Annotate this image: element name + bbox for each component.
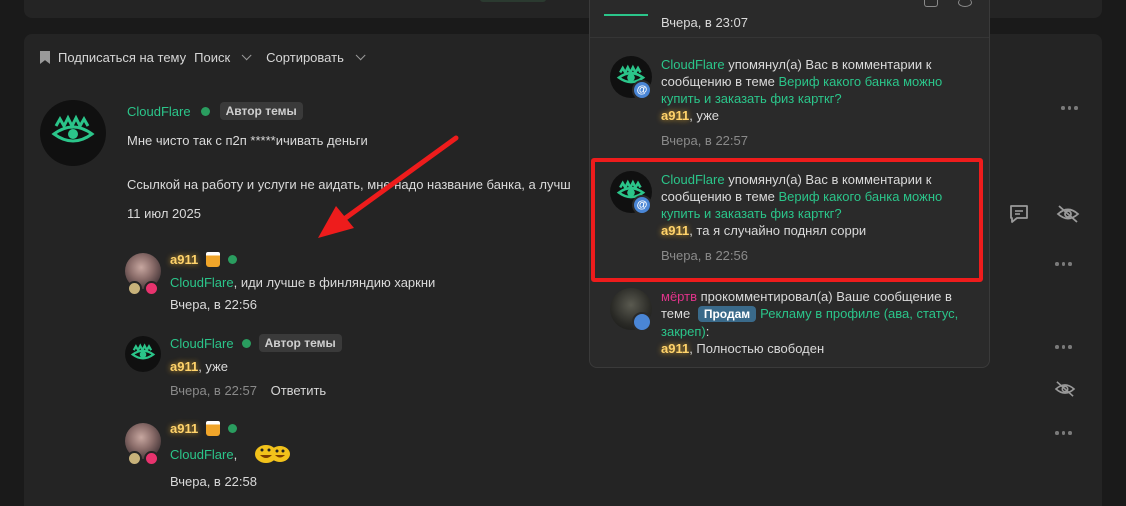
heart-badge-icon <box>144 281 159 296</box>
post-author-name[interactable]: CloudFlare <box>127 104 191 119</box>
bookmark-icon <box>40 51 50 64</box>
online-indicator <box>228 424 238 433</box>
comment-author-name[interactable]: a911 <box>170 421 198 436</box>
notification-user[interactable]: мёртв <box>661 289 697 304</box>
online-indicator <box>228 255 238 264</box>
search-label: Поиск <box>194 50 231 65</box>
notification-time: Вчера, в 23:07 <box>661 15 748 30</box>
eye-logo-icon <box>51 114 95 143</box>
comment-author-name[interactable]: a911 <box>170 252 198 267</box>
gear-icon[interactable] <box>958 0 972 7</box>
notification-user[interactable]: CloudFlare <box>661 57 725 72</box>
beer-icon <box>206 252 221 267</box>
chevron-down-icon <box>241 50 252 61</box>
mention-link[interactable]: CloudFlare <box>170 275 234 290</box>
notification-punctuation: : <box>705 324 710 339</box>
comment-icon[interactable] <box>1008 204 1030 227</box>
chevron-down-icon <box>355 50 366 61</box>
reply-button[interactable]: Ответить <box>271 383 327 398</box>
comment-menu-button[interactable] <box>1055 431 1072 435</box>
comment-text: CloudFlare, иди лучше в финляндию харкни <box>170 275 435 290</box>
comment-body: , иди лучше в финляндию харкни <box>233 275 436 290</box>
comment-body: , уже <box>198 359 228 374</box>
notification-text: , Полностью свободен <box>689 341 825 356</box>
eye-logo-icon <box>130 343 156 360</box>
hide-eye-icon[interactable] <box>1054 380 1076 401</box>
mention-at-icon: @ <box>632 80 652 100</box>
mention-link[interactable]: a911 <box>170 359 198 374</box>
beer-icon <box>206 421 221 436</box>
notification-avatar: @ <box>610 56 652 100</box>
comment-header: a911 <box>170 252 238 267</box>
chat-icon <box>632 312 652 332</box>
mention-link[interactable]: a911 <box>661 341 689 356</box>
post-text-line: Ссылкой на работу и услуги не аидать, мн… <box>127 177 571 192</box>
post-author-avatar[interactable] <box>40 100 106 166</box>
comment-time: Вчера, в 22:58 <box>170 474 257 489</box>
prefix-badge: Продам <box>697 306 757 322</box>
online-indicator <box>241 338 251 348</box>
notification-avatar <box>610 288 652 332</box>
post-menu-button[interactable] <box>1061 106 1078 110</box>
comment-menu-button[interactable] <box>1055 345 1072 349</box>
comment-time: Вчера, в 22:57 <box>170 383 257 398</box>
laughing-smiley-icon <box>252 442 292 467</box>
heart-badge-icon <box>144 451 159 466</box>
post-date: 11 июл 2025 <box>127 206 201 221</box>
comment-author-avatar[interactable] <box>125 336 161 372</box>
comment-time: Вчера, в 22:56 <box>170 297 257 312</box>
comment-body: , <box>233 447 238 462</box>
comment-header: a911 <box>170 421 238 436</box>
notification-text: , уже <box>689 108 719 123</box>
comment-menu-button[interactable] <box>1055 262 1072 266</box>
comment-author-name[interactable]: CloudFlare <box>170 336 234 351</box>
previous-block-remnant <box>480 0 546 2</box>
sort-label: Сортировать <box>266 50 344 65</box>
comment-header: CloudFlare Автор темы <box>170 334 342 352</box>
author-badge: Автор темы <box>258 334 342 352</box>
rank-badge-icon <box>127 451 142 466</box>
subscribe-button[interactable]: Подписаться на тему <box>40 50 186 65</box>
active-tab-indicator <box>604 14 648 16</box>
search-dropdown[interactable]: Поиск <box>194 50 252 65</box>
mention-link[interactable]: a911 <box>661 108 689 123</box>
hide-eye-icon[interactable] <box>1056 204 1080 227</box>
thread-toolbar: Подписаться на тему Поиск Сортировать <box>40 50 366 65</box>
annotation-highlight-box <box>591 158 983 282</box>
notification-body: CloudFlare упомянул(а) Вас в комментарии… <box>661 56 966 149</box>
subscribe-label: Подписаться на тему <box>58 50 187 65</box>
mention-link[interactable]: CloudFlare <box>170 447 234 462</box>
comment-text: a911, уже <box>170 359 228 374</box>
rank-badge-icon <box>127 281 142 296</box>
sort-dropdown[interactable]: Сортировать <box>266 50 366 65</box>
author-badge: Автор темы <box>219 102 303 120</box>
separator <box>590 37 989 38</box>
post-header: CloudFlare Автор темы <box>127 102 303 120</box>
online-indicator <box>200 106 210 116</box>
notification-time: Вчера, в 22:57 <box>661 133 748 148</box>
comment-text: CloudFlare, <box>170 447 237 462</box>
mark-read-icon[interactable] <box>924 0 938 7</box>
comment-meta: Вчера, в 22:57 Ответить <box>170 383 326 398</box>
notification-body: мёртв прокомментировал(а) Ваше сообщение… <box>661 288 966 357</box>
post-text-line: Мне чисто так с п2п *****ичивать деньги <box>127 133 368 148</box>
